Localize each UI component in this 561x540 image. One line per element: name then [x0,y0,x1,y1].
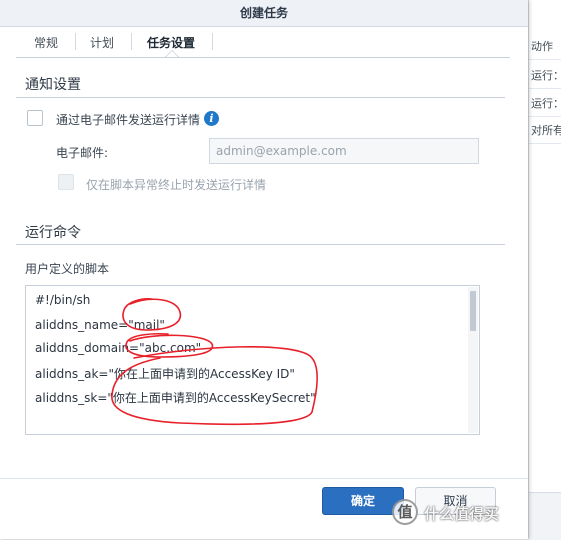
script-line: aliddns_name="mail" [35,318,165,332]
tab-separator [212,33,213,50]
bg-divider [529,143,561,144]
bg-row-1[interactable]: 运行： [531,67,561,83]
bg-column-header: 动作 [531,40,553,53]
tab-separator [75,33,76,50]
watermark: 值 什么值得买 [392,495,561,535]
bg-row-3[interactable]: 对所有 [531,122,561,138]
run-command-section-title: 运行命令 [25,225,81,241]
active-tab-indicator-fill [166,51,178,57]
script-label: 用户定义的脚本 [25,262,110,276]
info-icon[interactable]: i [204,111,219,126]
script-line: aliddns_domain="abc.com" [35,341,202,355]
only-on-error-label[interactable]: 仅在脚本异常终止时发送运行详情 [86,176,266,193]
script-line: #!/bin/sh [35,293,91,307]
create-task-dialog: 创建任务 常规 计划 任务设置 通知设置 通过电子邮件发送运行详情 i 电子邮件… [0,0,528,539]
dialog-title: 创建任务 [239,6,288,20]
tab-task-settings[interactable]: 任务设置 [147,34,195,51]
send-email-label[interactable]: 通过电子邮件发送运行详情 [56,111,200,128]
script-line: aliddns_sk="你在上面申请到的AccessKeySecret" [35,391,316,405]
tab-separator [131,33,132,50]
bg-divider [529,88,561,89]
footer-divider [0,478,528,479]
scrollbar-thumb[interactable] [470,291,476,331]
script-scrollbar[interactable] [468,287,478,433]
dialog-titlebar[interactable]: 创建任务 [0,0,528,27]
notification-section-title: 通知设置 [25,77,81,93]
watermark-text: 什么值得买 [424,505,500,523]
bg-row-2[interactable]: 运行： [531,95,561,111]
only-on-error-checkbox[interactable] [58,174,74,190]
script-line: aliddns_ak="你在上面申请到的AccessKey ID" [35,367,295,381]
background-window: 动作 运行： 运行： 对所有 [528,0,561,540]
tab-bar: 常规 计划 任务设置 [16,27,510,58]
tab-schedule[interactable]: 计划 [90,34,114,51]
section-divider [16,97,505,98]
email-field[interactable] [209,138,479,164]
tab-general[interactable]: 常规 [34,34,58,51]
bg-divider [529,59,561,60]
section-divider [16,244,505,245]
email-label: 电子邮件: [56,146,109,160]
send-email-checkbox[interactable] [27,110,43,126]
script-textarea[interactable]: #!/bin/sh aliddns_name="mail" aliddns_do… [25,285,480,435]
watermark-logo-icon: 值 [392,499,418,525]
bg-divider [529,116,561,117]
